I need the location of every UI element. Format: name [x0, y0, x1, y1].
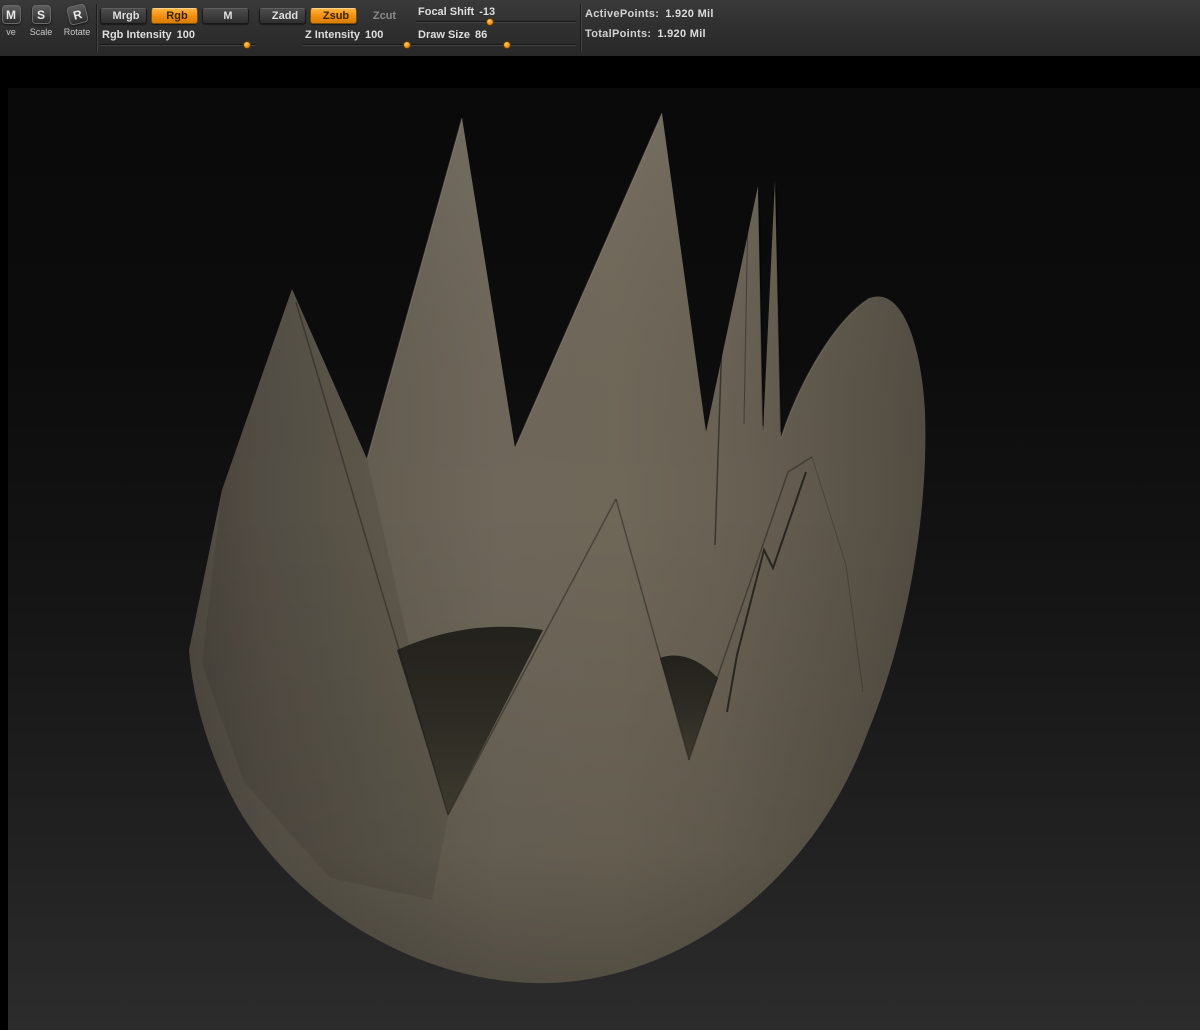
- viewport-3d[interactable]: [8, 88, 1200, 1030]
- tool-scale-label: Scale: [29, 27, 53, 37]
- rgb-intensity-label: Rgb Intensity: [102, 29, 172, 41]
- m-button[interactable]: M: [202, 8, 249, 24]
- rgb-intensity-track[interactable]: [100, 44, 255, 46]
- focal-shift-slider[interactable]: Focal Shift -13: [416, 6, 576, 26]
- document-void: [0, 57, 1200, 1030]
- rgb-intensity-value: 100: [176, 29, 196, 41]
- tool-rotate[interactable]: R Rotate: [62, 2, 92, 37]
- tool-move[interactable]: M ve: [0, 5, 26, 37]
- focal-shift-value: -13: [479, 6, 496, 18]
- focal-shift-label: Focal Shift: [418, 6, 475, 18]
- rgb-intensity-slider[interactable]: Rgb Intensity 100: [100, 29, 255, 49]
- draw-size-track[interactable]: [416, 44, 576, 46]
- crown-mesh[interactable]: [189, 112, 926, 984]
- z-intensity-slider[interactable]: Z Intensity 100: [303, 29, 416, 49]
- active-points-value: 1.920 Mil: [665, 8, 714, 20]
- zadd-button[interactable]: Zadd: [259, 8, 306, 24]
- active-points-readout: ActivePoints: 1.920 Mil: [585, 8, 714, 20]
- draw-size-value: 86: [474, 29, 488, 41]
- scale-icon[interactable]: S: [31, 5, 51, 24]
- mrgb-button[interactable]: Mrgb: [100, 8, 147, 24]
- draw-size-slider[interactable]: Draw Size 86: [416, 29, 576, 49]
- draw-size-label: Draw Size: [418, 29, 470, 41]
- top-shelf: M ve S Scale R Rotate Mrgb Rgb M Zadd Zs…: [0, 0, 1200, 57]
- toolbar-divider: [580, 4, 581, 52]
- z-intensity-thumb[interactable]: [402, 41, 411, 49]
- toolbar-divider: [96, 4, 97, 52]
- tool-move-label: ve: [6, 27, 16, 37]
- total-points-value: 1.920 Mil: [657, 28, 706, 40]
- rgb-intensity-thumb[interactable]: [243, 41, 252, 49]
- tool-scale[interactable]: S Scale: [26, 5, 56, 37]
- total-points-readout: TotalPoints: 1.920 Mil: [585, 28, 706, 40]
- total-points-label: TotalPoints:: [585, 28, 652, 40]
- z-intensity-track[interactable]: [303, 44, 416, 46]
- z-intensity-value: 100: [365, 29, 384, 41]
- zcut-button[interactable]: Zcut: [361, 8, 403, 24]
- focal-shift-track[interactable]: [416, 21, 576, 23]
- rgb-button[interactable]: Rgb: [151, 8, 198, 24]
- focal-shift-thumb[interactable]: [485, 18, 494, 26]
- rotate-icon[interactable]: R: [65, 2, 89, 27]
- document-canvas[interactable]: [8, 88, 1200, 1030]
- zsub-button[interactable]: Zsub: [310, 8, 357, 24]
- z-intensity-label: Z Intensity: [305, 29, 361, 41]
- draw-size-thumb[interactable]: [503, 41, 512, 49]
- move-icon[interactable]: M: [1, 5, 21, 24]
- tool-rotate-label: Rotate: [63, 27, 91, 37]
- active-points-label: ActivePoints:: [585, 8, 660, 20]
